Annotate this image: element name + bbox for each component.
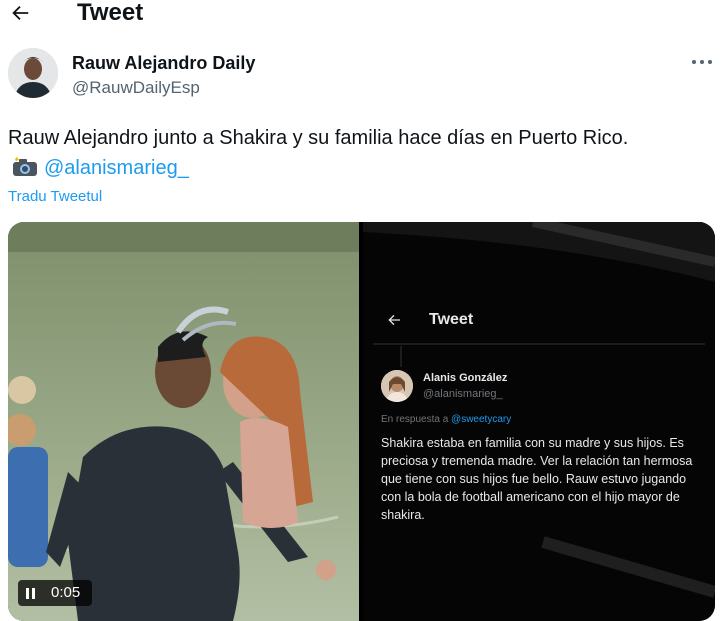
more-icon xyxy=(692,60,696,64)
camera-icon xyxy=(13,157,37,176)
screenshot-reply-prefix: En respuesta a xyxy=(381,414,449,425)
translate-link[interactable]: Tradu Tweetul xyxy=(8,187,102,207)
video-controls[interactable]: 0:05 xyxy=(18,580,92,606)
mention-link[interactable]: @alanismarieg_ xyxy=(44,157,189,179)
page-title: Tweet xyxy=(77,0,144,26)
screenshot-back-icon xyxy=(388,314,400,326)
pause-icon[interactable] xyxy=(26,588,36,599)
tweet-text: Rauw Alejandro junto a Shakira y su fami… xyxy=(8,127,629,149)
author-name[interactable]: Rauw Alejandro Daily xyxy=(72,52,255,74)
video-time: 0:05 xyxy=(51,584,81,601)
screenshot-author-name: Alanis González xyxy=(423,372,508,384)
embedded-screenshot[interactable]: Tweet Alanis González @alanismarieg_ En … xyxy=(363,222,715,621)
screenshot-reply-line: En respuesta a @sweetycary xyxy=(381,414,511,425)
screenshot-reply-mention: @sweetycary xyxy=(451,414,512,425)
top-bar: Tweet xyxy=(0,0,724,28)
video-frame xyxy=(8,222,359,621)
screenshot-tweet-text: Shakira estaba en familia con su madre y… xyxy=(381,436,693,522)
screenshot-avatar xyxy=(381,370,413,402)
media-container: 0:05 Tweet Alanis González @alanismarieg… xyxy=(8,222,715,621)
screenshot-author-handle: @alanismarieg_ xyxy=(423,388,503,400)
video-player[interactable]: 0:05 xyxy=(8,222,359,621)
back-arrow-icon xyxy=(12,5,29,21)
back-button[interactable] xyxy=(9,0,37,26)
more-options-button[interactable] xyxy=(690,54,716,70)
author-handle[interactable]: @RauwDailyEsp xyxy=(72,77,200,99)
screenshot-title: Tweet xyxy=(429,311,474,328)
author-avatar[interactable] xyxy=(8,48,58,98)
tweet-line-2: @alanismarieg_ xyxy=(12,154,189,182)
